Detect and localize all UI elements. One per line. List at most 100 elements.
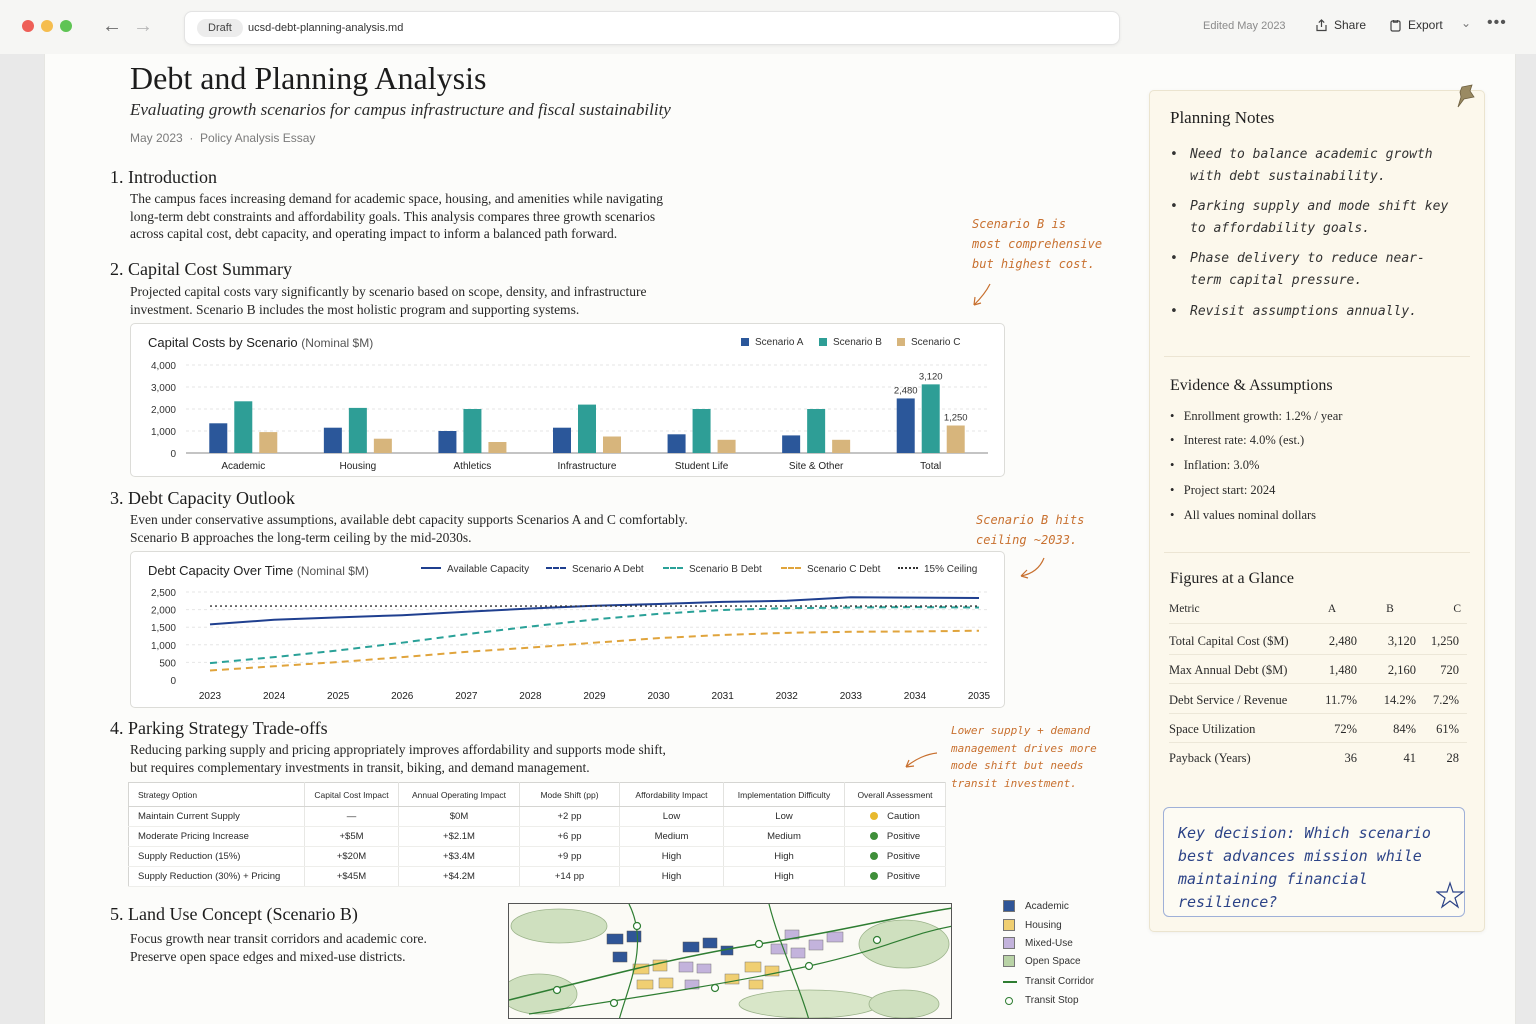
text-line: Projected capital costs vary significant…	[130, 284, 647, 299]
evidence-item: • All values nominal dollars	[1170, 508, 1317, 522]
y-tick-label: 0	[170, 676, 176, 687]
bar	[259, 432, 278, 453]
document-path-bar[interactable]: Draft ucsd-debt-planning-analysis.md	[184, 11, 1120, 45]
status-label: Caution	[887, 811, 920, 822]
open-space-swatch	[1003, 955, 1015, 967]
status-label: Positive	[886, 871, 921, 882]
annotation-debt: Scenario B hits ceiling ~2033.	[976, 513, 1085, 547]
academic-swatch	[1003, 900, 1015, 912]
map-legend-transit-corridor: Transit Corridor	[1003, 976, 1094, 987]
edited-timestamp: Edited May 2023	[1203, 20, 1286, 32]
text-line: Even under conservative assumptions, ava…	[130, 512, 688, 527]
export-icon	[1390, 19, 1401, 32]
bar	[946, 425, 965, 453]
share-label: Share	[1334, 18, 1367, 32]
table-cell: Maintain Current Supply	[128, 806, 305, 827]
heading-capital-cost: 2. Capital Cost Summary	[110, 259, 292, 279]
status-dot-icon	[869, 852, 878, 860]
bar	[234, 401, 253, 453]
back-arrow-icon[interactable]: ←	[102, 14, 122, 38]
bar	[209, 423, 228, 453]
column-header: Capital Cost Impact	[304, 782, 399, 807]
bar	[807, 409, 826, 453]
key-decision-text: Key decision: Which scenario best advanc…	[1178, 824, 1431, 911]
evidence-item: • Enrollment growth: 1.2% / year	[1170, 409, 1343, 423]
table-cell: Low	[619, 806, 724, 827]
bar	[438, 431, 457, 453]
meta-separator: ·	[189, 131, 194, 145]
figures-header-row: Metric A B C	[1169, 595, 1467, 624]
annotation-arrow-icon	[905, 752, 938, 768]
table-cell: Positive	[844, 866, 946, 887]
bar	[603, 436, 621, 453]
x-tick-label: Total	[920, 461, 941, 472]
forward-arrow-icon[interactable]: →	[133, 14, 153, 38]
evidence-title: Evidence & Assumptions	[1170, 377, 1333, 394]
parking-paragraph: Reducing parking supply and pricing appr…	[130, 741, 666, 776]
series-line	[209, 606, 980, 665]
window-titlebar: ← → Draft ucsd-debt-planning-analysis.md…	[0, 0, 1536, 54]
x-tick-label: 2030	[647, 691, 670, 702]
text-line: Reducing parking supply and pricing appr…	[130, 742, 666, 757]
y-tick-label: 500	[159, 658, 176, 669]
x-tick-label: 2028	[519, 691, 542, 702]
table-cell: Caution	[844, 806, 946, 827]
figures-row: Payback (Years) 36 41 28	[1169, 751, 1459, 765]
planning-notes-title: Planning Notes	[1170, 108, 1275, 127]
key-decision-note: Key decision: Which scenario best advanc…	[1163, 807, 1465, 917]
x-tick-label: 2035	[968, 691, 991, 702]
divider	[1164, 356, 1470, 357]
y-tick-label: 3,000	[151, 383, 176, 394]
y-tick-label: 0	[170, 449, 176, 460]
x-tick-label: Student Life	[675, 461, 729, 472]
table-row: Moderate Pricing Increase +$5M +$2.1M +6…	[128, 826, 946, 847]
map-legend-open-space: Open Space	[1003, 955, 1081, 967]
bar	[667, 434, 686, 453]
table-cell: Low	[723, 806, 845, 827]
meta-date: May 2023	[130, 131, 183, 145]
y-tick-label: 1,000	[151, 427, 176, 438]
more-options-icon[interactable]: •••	[1487, 14, 1507, 32]
table-cell: Medium	[619, 826, 724, 847]
column-header: Strategy Option	[128, 782, 305, 807]
zoom-window-button[interactable]	[60, 20, 72, 32]
bar	[348, 407, 367, 453]
table-header-row: Strategy Option Capital Cost Impact Annu…	[128, 782, 946, 807]
table-cell: High	[619, 846, 724, 867]
annotation-parking: Lower supply + demand management drives …	[951, 724, 1097, 790]
bar	[578, 404, 596, 453]
note-item: • Revisit assumptions annually.	[1170, 304, 1417, 319]
close-window-button[interactable]	[22, 20, 34, 32]
document-filename: ucsd-debt-planning-analysis.md	[248, 22, 404, 34]
status-label: Positive	[886, 831, 921, 842]
table-cell: +$20M	[304, 846, 399, 867]
text-line: long-term debt constraints and affordabi…	[130, 208, 656, 224]
bar	[896, 398, 915, 453]
text-line: but requires complementary investments i…	[130, 759, 590, 775]
share-button[interactable]: Share	[1315, 18, 1366, 32]
map-legend-mixed-use: Mixed-Use	[1003, 937, 1073, 949]
bar	[323, 427, 342, 453]
map-legend-academic: Academic	[1003, 900, 1069, 912]
table-cell: Moderate Pricing Increase	[128, 826, 305, 847]
table-cell: +6 pp	[519, 826, 620, 847]
y-tick-label: 2,000	[151, 405, 176, 416]
table-cell: +14 pp	[519, 866, 620, 887]
table-cell: +$4.2M	[398, 866, 520, 887]
minimize-window-button[interactable]	[41, 20, 53, 32]
export-label: Export	[1408, 18, 1443, 32]
column-header: Annual Operating Impact	[398, 782, 520, 807]
table-cell: High	[723, 846, 845, 867]
annotation-arrow-icon	[973, 283, 991, 306]
bar	[782, 435, 801, 453]
export-button[interactable]: Export	[1389, 18, 1443, 32]
table-cell: Positive	[844, 826, 946, 847]
figures-title: Figures at a Glance	[1170, 570, 1294, 587]
export-options-dropdown[interactable]: ⌄	[1461, 16, 1471, 30]
document-subtitle: Evaluating growth scenarios for campus i…	[130, 100, 671, 119]
table-cell: Medium	[723, 826, 845, 847]
parking-strategy-table: Strategy Option Capital Cost Impact Annu…	[128, 782, 946, 887]
data-label: 2,480	[894, 385, 918, 396]
y-tick-label: 2,000	[151, 606, 176, 617]
table-cell: +$45M	[304, 866, 399, 887]
